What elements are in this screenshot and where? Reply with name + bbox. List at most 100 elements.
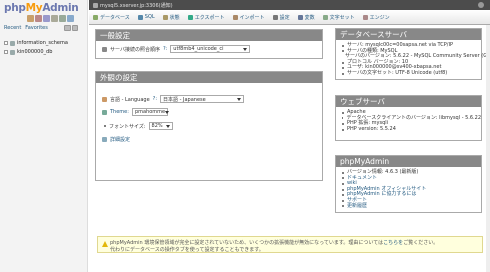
- collapse-link-buttons[interactable]: [64, 25, 78, 31]
- menu-item-1[interactable]: SQL: [134, 11, 159, 23]
- config-storage-notice: phpMyAdmin 環境保管領域が完全に設定されていないため、いくつかの拡張機…: [97, 236, 483, 253]
- menu-item-4[interactable]: インポート: [229, 11, 269, 23]
- bullet: [342, 111, 344, 114]
- help-icon[interactable]: [43, 15, 50, 22]
- server-icon: [93, 2, 98, 8]
- web-server-panel: ウェブサーバ Apache データベースクライアントのバージョン: libmysq…: [335, 95, 482, 141]
- bullet: [342, 194, 344, 197]
- chevron-down-icon: [165, 110, 170, 114]
- wrench-icon: [102, 137, 107, 142]
- database-server-panel: データベースサーバ サーバ: mysqlc00c=00sapsa.net via…: [335, 28, 490, 80]
- font-size-label: フォントサイズ:: [109, 123, 146, 130]
- collation-value: utf8mb4_unicode_ci: [173, 46, 224, 52]
- menu-item-label: 設定: [279, 14, 290, 21]
- menu-item-icon: [362, 14, 368, 20]
- notice-line-1: phpMyAdmin 環境保管領域が完全に設定されていないため、いくつかの拡張機…: [110, 239, 438, 246]
- list-item-text[interactable]: 更新履歴: [347, 203, 367, 210]
- bullet: [342, 61, 344, 64]
- menu-item-icon: [297, 14, 303, 20]
- settings-icon[interactable]: [59, 15, 66, 22]
- menu-item-icon: [162, 14, 168, 20]
- list-item-text: サーバの文字セット: UTF-8 Unicode (utf8): [347, 69, 448, 76]
- exit-icon[interactable]: [35, 15, 42, 22]
- font-size-value: 82%: [151, 123, 163, 129]
- phpmyadmin-info-panel: phpMyAdmin バージョン情報: 4.6.3 (最新版) ドキュメント wik…: [335, 155, 482, 213]
- menu-item-label: 変数: [304, 14, 315, 21]
- phpmyadmin-logo[interactable]: phpMyAdmin: [4, 2, 79, 14]
- expand-icon[interactable]: [4, 50, 8, 54]
- menu-item-8[interactable]: エンジン: [359, 11, 394, 23]
- database-icon: [10, 49, 15, 55]
- help-icon[interactable]: ?:: [153, 96, 157, 102]
- menu-item-3[interactable]: エクスポート: [184, 11, 229, 23]
- db-item-kin000000-db[interactable]: kin000000_db: [4, 49, 52, 55]
- bullet: [342, 177, 344, 180]
- menu-item-2[interactable]: 状態: [159, 11, 184, 23]
- language-value: 日本語 - Japanese: [163, 96, 206, 103]
- notice-link[interactable]: こちらを: [383, 240, 403, 246]
- menu-item-6[interactable]: 変数: [294, 11, 319, 23]
- list-item: サーバの文字セット: UTF-8 Unicode (utf8): [342, 69, 481, 77]
- tab-favorites[interactable]: Favorites: [25, 25, 48, 31]
- menu-item-icon: [187, 14, 193, 20]
- theme-value: pmahomme: [134, 109, 166, 115]
- bullet: [342, 117, 344, 120]
- main-menu: データベース SQL 状態 エクスポート インポート 設定 変数 文字セット エンジン: [89, 10, 490, 25]
- menu-item-7[interactable]: 文字セット: [319, 11, 359, 23]
- bullet: [342, 182, 344, 185]
- menu-item-icon: [137, 14, 143, 20]
- db-name[interactable]: kin000000_db: [17, 49, 52, 55]
- font-size-row: フォントサイズ: 82%: [104, 122, 173, 130]
- panel-title: ウェブサーバ: [336, 96, 481, 107]
- warning-icon: [102, 241, 108, 247]
- bullet: [342, 72, 344, 75]
- help-icon[interactable]: ?:: [163, 46, 167, 52]
- bullet: [342, 50, 344, 53]
- bullet: [342, 67, 344, 70]
- link-icon[interactable]: [71, 25, 78, 31]
- menu-item-5[interactable]: 設定: [269, 11, 294, 23]
- list-item[interactable]: 更新履歴: [342, 203, 481, 210]
- language-select[interactable]: 日本語 - Japanese: [160, 95, 245, 103]
- theme-icon: [102, 109, 107, 115]
- nav-icon-bar: [27, 15, 74, 22]
- more-settings-link[interactable]: 詳細設定: [110, 136, 130, 143]
- panel-title: 外観の設定: [96, 72, 322, 83]
- menu-item-icon: [322, 14, 328, 20]
- home-icon[interactable]: [27, 15, 34, 22]
- notice-text-end: ご覧ください。: [403, 240, 439, 246]
- collation-row: サーバ接続の照合順序 ?: utf8mb4_unicode_ci: [102, 45, 251, 53]
- chevron-down-icon: [237, 97, 242, 101]
- reload-icon[interactable]: [67, 15, 74, 22]
- expand-icon[interactable]: [4, 41, 8, 45]
- theme-select[interactable]: pmahomme: [131, 108, 170, 116]
- bullet: [342, 128, 344, 131]
- collation-select[interactable]: utf8mb4_unicode_ci: [170, 45, 251, 53]
- scrollbar[interactable]: [486, 25, 490, 272]
- main-content: 一般設定 サーバ接続の照合順序 ?: utf8mb4_unicode_ci 外観…: [89, 25, 490, 272]
- panel-title: phpMyAdmin: [336, 156, 481, 167]
- db-item-information-schema[interactable]: information_schema: [4, 40, 68, 46]
- bullet: [342, 199, 344, 202]
- breadcrumb[interactable]: mysql5.xserver.jp:3306(通知): [93, 2, 173, 9]
- db-name[interactable]: information_schema: [17, 40, 68, 46]
- menu-item-label: 文字セット: [329, 14, 355, 21]
- web-server-info-list: Apache データベースクライアントのバージョン: libmysql - 5.6…: [336, 107, 481, 132]
- menu-item-icon: [272, 14, 278, 20]
- docs-icon[interactable]: [51, 15, 58, 22]
- appearance-settings-panel: 外観の設定 言語 - Language ?: 日本語 - Japanese Th…: [95, 71, 323, 181]
- phpmyadmin-info-list: バージョン情報: 4.6.3 (最新版) ドキュメント wiki phpMyAdmin…: [336, 167, 481, 209]
- more-settings-row: 詳細設定: [102, 136, 130, 143]
- bullet: [342, 122, 344, 125]
- gear-icon[interactable]: [478, 2, 484, 8]
- menu-item-label: インポート: [239, 14, 265, 21]
- language-row: 言語 - Language ?: 日本語 - Japanese: [102, 95, 245, 103]
- collapse-all-icon[interactable]: [64, 25, 71, 31]
- tab-recent[interactable]: Recent: [4, 25, 21, 31]
- bullet: [342, 205, 344, 208]
- font-size-select[interactable]: 82%: [148, 122, 173, 130]
- chevron-down-icon: [243, 47, 248, 51]
- menu-item-0[interactable]: データベース: [89, 11, 134, 23]
- language-icon: [102, 96, 107, 102]
- server-name[interactable]: mysql5.xserver.jp:3306(通知): [100, 2, 173, 9]
